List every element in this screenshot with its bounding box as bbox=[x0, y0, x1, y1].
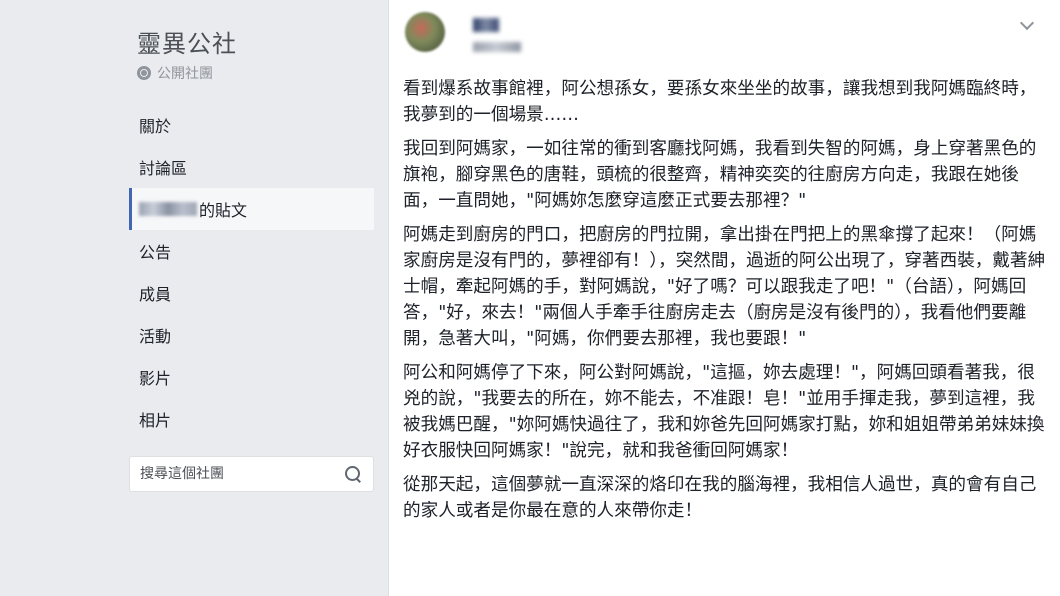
group-name[interactable]: 靈異公社 bbox=[137, 24, 237, 59]
nav-item-discussion[interactable]: 討論區 bbox=[129, 146, 374, 188]
nav-item-label: 的貼文 bbox=[199, 201, 248, 220]
globe-icon bbox=[137, 66, 151, 80]
nav-item-events[interactable]: 活動 bbox=[129, 314, 374, 356]
nav-item-member-posts[interactable]: 的貼文 bbox=[129, 188, 374, 230]
nav-item-label: 活動 bbox=[139, 327, 172, 346]
post-paragraph: 我回到阿媽家，一如往常的衝到客廳找阿媽，我看到失智的阿媽，身上穿著黑色的旗袍，腳… bbox=[403, 139, 1037, 211]
nav-item-videos[interactable]: 影片 bbox=[129, 356, 374, 398]
privacy-label: 公開社團 bbox=[157, 66, 213, 82]
nav-item-label: 影片 bbox=[139, 369, 172, 388]
nav-item-photos[interactable]: 相片 bbox=[129, 398, 374, 440]
group-sidebar: 靈異公社 公開社團 關於 討論區 的貼文 公告 成員 活動 影片 相片 bbox=[0, 0, 388, 596]
nav-item-label: 相片 bbox=[139, 411, 172, 430]
post-paragraph: 阿公和阿媽停了下來，阿公對阿媽說，"這摳，妳去處理！"，阿媽回頭看著我，很兇的說… bbox=[403, 363, 1045, 461]
post-body: 看到爆系故事館裡，阿公想孫女，要孫女來坐坐的故事，讓我想到我阿媽臨終時，我夢到的… bbox=[403, 76, 1049, 532]
group-nav: 關於 討論區 的貼文 公告 成員 活動 影片 相片 bbox=[129, 104, 374, 440]
group-privacy: 公開社團 bbox=[137, 63, 213, 83]
chevron-down-icon[interactable] bbox=[1019, 15, 1035, 31]
group-search bbox=[129, 456, 374, 492]
blurred-member-name bbox=[139, 202, 197, 216]
blurred-author-name[interactable] bbox=[473, 18, 499, 32]
nav-item-about[interactable]: 關於 bbox=[129, 104, 374, 146]
post-paragraph: 從那天起，這個夢就一直深深的烙印在我的腦海裡，我相信人過世，真的會有自己的家人或… bbox=[403, 475, 1037, 521]
group-search-input[interactable] bbox=[140, 466, 343, 482]
nav-item-label: 討論區 bbox=[139, 159, 188, 178]
post-card: 看到爆系故事館裡，阿公想孫女，要孫女來坐坐的故事，讓我想到我阿媽臨終時，我夢到的… bbox=[388, 0, 1060, 596]
post-paragraph: 阿媽走到廚房的門口，把廚房的門拉開，拿出掛在門把上的黑傘撐了起來！（阿媽家廚房是… bbox=[403, 225, 1046, 349]
post-paragraph: 看到爆系故事館裡，阿公想孫女，要孫女來坐坐的故事，讓我想到我阿媽臨終時，我夢到的… bbox=[403, 79, 1037, 125]
author-avatar[interactable] bbox=[405, 12, 445, 52]
nav-item-announcements[interactable]: 公告 bbox=[129, 230, 374, 272]
blurred-timestamp[interactable] bbox=[473, 42, 521, 52]
nav-item-members[interactable]: 成員 bbox=[129, 272, 374, 314]
search-icon[interactable] bbox=[343, 464, 363, 484]
nav-item-label: 成員 bbox=[139, 285, 172, 304]
nav-item-label: 公告 bbox=[139, 243, 172, 262]
nav-item-label: 關於 bbox=[139, 117, 172, 136]
